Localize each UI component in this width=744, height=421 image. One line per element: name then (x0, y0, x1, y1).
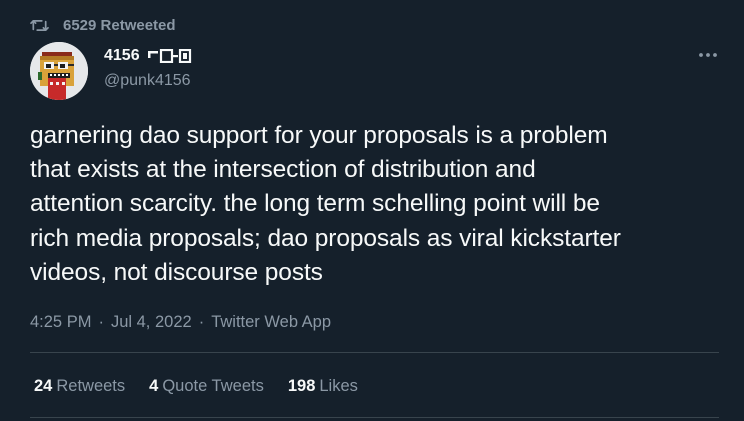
quote-tweets-stat[interactable]: 4 Quote Tweets (149, 374, 264, 398)
tweet-text: garnering dao support for your proposals… (30, 122, 621, 286)
likes-stat[interactable]: 198 Likes (288, 374, 358, 398)
author-info[interactable]: 4156 @punk4156 (104, 45, 192, 93)
tweet-time[interactable]: 4:25 PM (30, 310, 91, 334)
more-icon (698, 45, 718, 63)
tweet-date[interactable]: Jul 4, 2022 (111, 310, 192, 334)
more-options-button[interactable] (694, 44, 722, 64)
avatar[interactable] (30, 42, 88, 100)
retweets-stat[interactable]: 24 Retweets (34, 374, 125, 398)
name-badge-icon (147, 49, 192, 63)
tweet-stats: 24 Retweets 4 Quote Tweets 198 Likes (34, 374, 382, 398)
retweet-icon (30, 17, 49, 34)
quotes-count: 4 (149, 377, 159, 395)
separator-dot: · (98, 313, 104, 331)
divider (30, 417, 719, 418)
separator-dot: · (198, 313, 205, 331)
quotes-label: Quote Tweets (162, 377, 264, 395)
author-name[interactable]: 4156 (104, 45, 192, 67)
retweets-count: 24 (34, 377, 53, 395)
author-handle[interactable]: @punk4156 (104, 69, 192, 93)
tweet-metadata: 4:25 PM · Jul 4, 2022 · Twitter Web App (30, 310, 331, 334)
retweet-label: 6529 Retweeted (63, 16, 176, 34)
display-name: 4156 (104, 47, 140, 64)
likes-count: 198 (287, 377, 316, 395)
divider (30, 352, 719, 353)
retweets-label: Retweets (56, 377, 126, 395)
tweet-source[interactable]: Twitter Web App (211, 310, 331, 334)
retweet-context[interactable]: 6529 Retweeted (30, 14, 176, 36)
likes-label: Likes (319, 377, 358, 395)
